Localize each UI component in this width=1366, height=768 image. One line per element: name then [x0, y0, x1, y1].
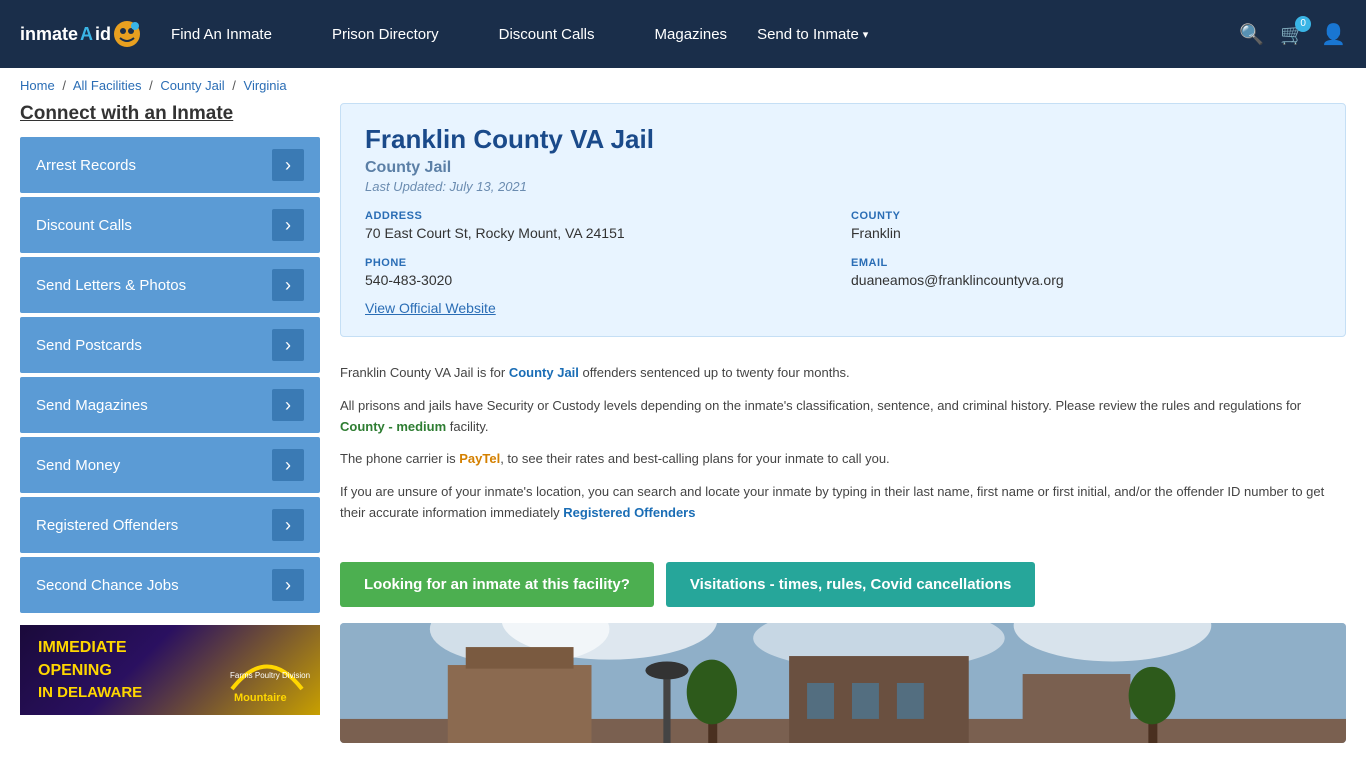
ad-text: IMMEDIATE OPENING IN DELAWARE [28, 627, 206, 713]
nav-prison-directory[interactable]: Prison Directory [302, 0, 469, 68]
address-block: ADDRESS 70 East Court St, Rocky Mount, V… [365, 210, 835, 241]
facility-updated: Last Updated: July 13, 2021 [365, 179, 1321, 194]
arrow-icon: › [272, 149, 304, 181]
desc-para-1: Franklin County VA Jail is for County Ja… [340, 363, 1346, 384]
paytel-link[interactable]: PayTel [459, 451, 500, 466]
sidebar-item-send-letters[interactable]: Send Letters & Photos › [20, 257, 320, 313]
nav-find-inmate[interactable]: Find An Inmate [141, 0, 302, 68]
arrow-icon: › [272, 269, 304, 301]
breadcrumb-home[interactable]: Home [20, 78, 55, 93]
arrow-icon: › [272, 449, 304, 481]
visitations-button[interactable]: Visitations - times, rules, Covid cancel… [666, 562, 1036, 607]
county-label: COUNTY [851, 210, 1321, 222]
nav-discount-calls[interactable]: Discount Calls [469, 0, 625, 68]
ad-banner[interactable]: IMMEDIATE OPENING IN DELAWARE Mountaire … [20, 625, 320, 715]
address-label: ADDRESS [365, 210, 835, 222]
facility-info-grid: ADDRESS 70 East Court St, Rocky Mount, V… [365, 210, 1321, 288]
nav-send-to-inmate[interactable]: Send to Inmate ▾ [757, 26, 868, 43]
header-actions: 🔍 🛒 0 👤 [1239, 22, 1346, 47]
facility-card: Franklin County VA Jail County Jail Last… [340, 103, 1346, 337]
action-buttons: Looking for an inmate at this facility? … [340, 562, 1346, 607]
email-value: duaneamos@franklincountyva.org [851, 272, 1321, 288]
facility-type: County Jail [365, 159, 1321, 177]
facility-photo [340, 623, 1346, 743]
desc-para-2: All prisons and jails have Security or C… [340, 396, 1346, 438]
email-block: EMAIL duaneamos@franklincountyva.org [851, 257, 1321, 288]
logo-ll: id [95, 24, 111, 45]
sidebar-item-send-magazines[interactable]: Send Magazines › [20, 377, 320, 433]
sidebar-item-registered-offenders[interactable]: Registered Offenders › [20, 497, 320, 553]
phone-block: PHONE 540-483-3020 [365, 257, 835, 288]
description-section: Franklin County VA Jail is for County Ja… [340, 353, 1346, 546]
user-icon[interactable]: 👤 [1321, 22, 1346, 47]
phone-label: PHONE [365, 257, 835, 269]
logo-icon [113, 20, 141, 48]
send-to-inmate-arrow: ▾ [863, 28, 869, 41]
svg-text:Farms Poultry Division: Farms Poultry Division [230, 671, 310, 680]
sidebar-item-arrest-records[interactable]: Arrest Records › [20, 137, 320, 193]
registered-offenders-link[interactable]: Registered Offenders [563, 505, 695, 520]
logo-a: A [80, 24, 93, 45]
arrow-icon: › [272, 329, 304, 361]
arrow-icon: › [272, 569, 304, 601]
main-layout: Connect with an Inmate Arrest Records › … [0, 103, 1366, 743]
breadcrumb-county-jail[interactable]: County Jail [160, 78, 224, 93]
breadcrumb-state[interactable]: Virginia [244, 78, 287, 93]
logo[interactable]: inmate A id [20, 20, 141, 48]
county-block: COUNTY Franklin [851, 210, 1321, 241]
sidebar-title: Connect with an Inmate [20, 103, 320, 125]
sidebar-item-discount-calls[interactable]: Discount Calls › [20, 197, 320, 253]
official-website-link[interactable]: View Official Website [365, 300, 496, 316]
sidebar-item-send-money[interactable]: Send Money › [20, 437, 320, 493]
main-content: Franklin County VA Jail County Jail Last… [340, 103, 1346, 743]
search-icon[interactable]: 🔍 [1239, 22, 1264, 47]
arrow-icon: › [272, 209, 304, 241]
sidebar-item-send-postcards[interactable]: Send Postcards › [20, 317, 320, 373]
cart-icon[interactable]: 🛒 0 [1280, 22, 1305, 47]
nav-magazines[interactable]: Magazines [625, 0, 758, 68]
cart-badge: 0 [1295, 16, 1311, 32]
facility-name: Franklin County VA Jail [365, 124, 1321, 155]
county-value: Franklin [851, 225, 1321, 241]
arrow-icon: › [272, 509, 304, 541]
breadcrumb-all-facilities[interactable]: All Facilities [73, 78, 142, 93]
email-label: EMAIL [851, 257, 1321, 269]
county-jail-link[interactable]: County Jail [509, 365, 579, 380]
breadcrumb: Home / All Facilities / County Jail / Vi… [0, 68, 1366, 103]
desc-para-4: If you are unsure of your inmate's locat… [340, 482, 1346, 524]
desc-para-3: The phone carrier is PayTel, to see thei… [340, 449, 1346, 470]
sidebar: Connect with an Inmate Arrest Records › … [20, 103, 320, 743]
facility-photo-svg [340, 623, 1346, 743]
logo-text: inmate [20, 24, 78, 45]
main-header: inmate A id Find An Inmate Prison Direct… [0, 0, 1366, 68]
address-value: 70 East Court St, Rocky Mount, VA 24151 [365, 225, 835, 241]
main-nav: Find An Inmate Prison Directory Discount… [141, 0, 1239, 68]
ad-logo-icon: Mountaire Farms Poultry Division [222, 634, 312, 704]
find-inmate-button[interactable]: Looking for an inmate at this facility? [340, 562, 654, 607]
phone-value: 540-483-3020 [365, 272, 835, 288]
svg-text:Mountaire: Mountaire [234, 692, 287, 704]
county-medium-link[interactable]: County - medium [340, 419, 446, 434]
arrow-icon: › [272, 389, 304, 421]
sidebar-item-second-chance-jobs[interactable]: Second Chance Jobs › [20, 557, 320, 613]
